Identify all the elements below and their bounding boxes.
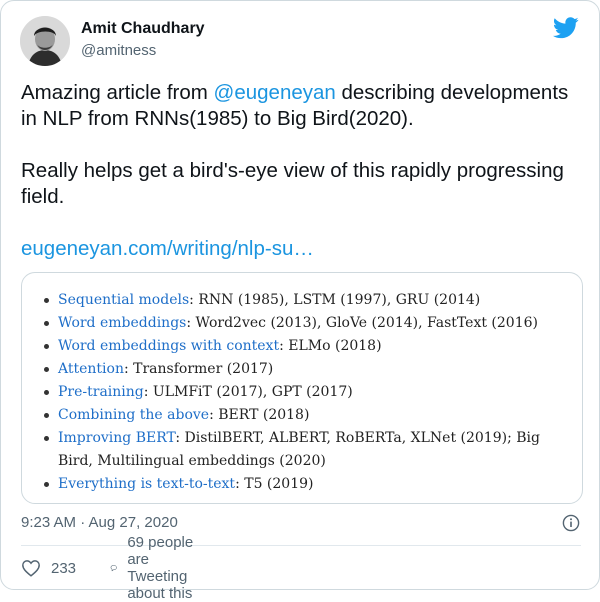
conversation-button[interactable]: 69 people are Tweeting about this [110,534,202,602]
list-item-detail: : Transformer (2017) [123,361,274,377]
list-item: Combining the above: BERT (2018) [40,404,570,427]
list-item: Attention: Transformer (2017) [40,358,570,381]
list-item-detail: : BERT (2018) [209,407,310,423]
tweet-paragraph-1: Amazing article from @eugeneyan describi… [21,80,586,132]
info-icon[interactable] [562,514,580,532]
like-count: 233 [51,559,77,577]
tweet-text: Amazing article from @eugeneyan describi… [21,80,586,262]
list-item-detail: : T5 (2019) [235,476,314,492]
heart-icon [22,560,40,577]
avatar-image [20,16,70,66]
list-item: Improving BERT: DistilBERT, ALBERT, RoBE… [40,427,570,473]
tweet-card: Amit Chaudhary @amitness Amazing article… [0,0,600,602]
mention-link[interactable]: @eugeneyan [214,81,336,104]
list-item-detail: : RNN (1985), LSTM (1997), GRU (2014) [189,292,481,308]
list-item-term: Sequential models [58,292,190,308]
reply-icon [110,565,117,572]
list-item-detail: : Word2vec (2013), GloVe (2014), FastTex… [186,315,538,331]
twitter-bird-icon[interactable] [552,17,579,43]
divider [21,545,581,546]
tweet-text-part: Amazing article from [21,81,214,104]
topic-list: Sequential models: RNN (1985), LSTM (199… [40,289,570,496]
list-item: Word embeddings with context: ELMo (2018… [40,335,570,358]
list-item-term: Attention [58,361,124,377]
tweet-paragraph-2: Really helps get a bird's-eye view of th… [21,159,564,208]
list-item: Pre-training: ULMFiT (2017), GPT (2017) [40,381,570,404]
list-item-detail: : ELMo (2018) [279,338,382,354]
author-handle[interactable]: @amitness [81,42,156,59]
list-item: Word embeddings: Word2vec (2013), GloVe … [40,312,570,335]
list-item: Everything is text-to-text: T5 (2019) [40,473,570,496]
list-item-term: Everything is text-to-text [58,476,236,492]
author-name[interactable]: Amit Chaudhary [81,20,205,38]
list-item-term: Pre-training [58,384,144,400]
list-item-term: Combining the above [58,407,210,423]
list-item-term: Improving BERT [58,430,176,446]
list-item: Sequential models: RNN (1985), LSTM (199… [40,289,570,312]
list-item-term: Word embeddings with context [58,338,280,354]
timestamp[interactable]: 9:23 AM · Aug 27, 2020 [21,514,178,531]
avatar[interactable] [20,16,70,66]
conversation-text: 69 people are Tweeting about this [127,534,194,602]
like-button[interactable]: 233 [21,557,76,579]
article-link[interactable]: eugeneyan.com/writing/nlp-su… [21,237,314,260]
media-card[interactable]: Sequential models: RNN (1985), LSTM (199… [21,272,583,504]
list-item-term: Word embeddings [58,315,187,331]
list-item-detail: : ULMFiT (2017), GPT (2017) [143,384,353,400]
